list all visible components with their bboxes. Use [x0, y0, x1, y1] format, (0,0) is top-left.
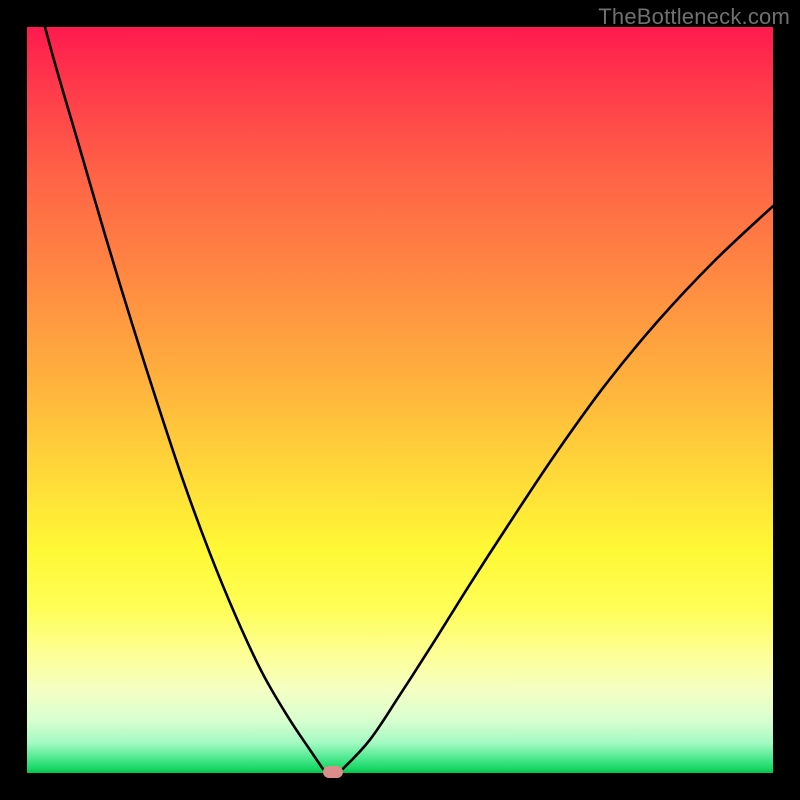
- bottleneck-marker: [323, 766, 343, 778]
- bottleneck-curve: [27, 27, 773, 773]
- plot-area: [27, 27, 773, 773]
- watermark-text: TheBottleneck.com: [598, 4, 790, 30]
